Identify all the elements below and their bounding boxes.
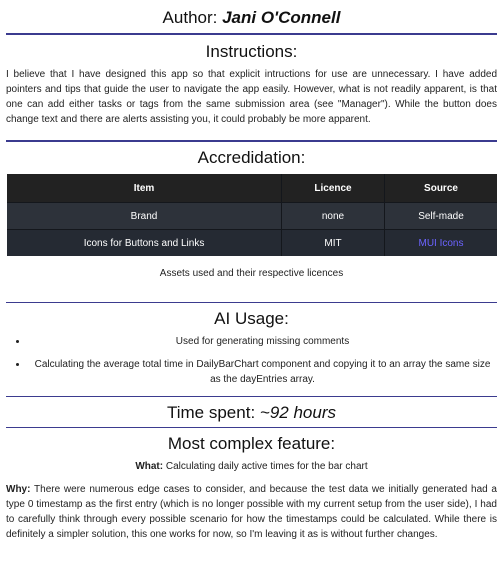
instructions-title: Instructions: bbox=[205, 42, 298, 61]
author-prefix: Author: bbox=[162, 8, 218, 27]
accreditation-title: Accredidation: bbox=[197, 148, 306, 167]
what-line: What: Calculating daily active times for… bbox=[0, 461, 503, 472]
cell-item: Brand bbox=[7, 202, 282, 230]
ai-usage-title: AI Usage: bbox=[214, 309, 289, 328]
time-spent-prefix: Time spent: bbox=[166, 403, 256, 422]
cell-source: Self-made bbox=[384, 202, 497, 230]
why-text: There were numerous edge cases to consid… bbox=[6, 484, 497, 540]
column-header-item: Item bbox=[7, 174, 282, 203]
table-row: Icons for Buttons and Links MIT MUI Icon… bbox=[7, 229, 497, 256]
list-item: Calculating the average total time in Da… bbox=[28, 357, 497, 387]
cell-source: MUI Icons bbox=[384, 229, 497, 256]
author-heading: Author: Jani O'Connell bbox=[0, 0, 503, 33]
what-text: Calculating daily active times for the b… bbox=[165, 461, 368, 472]
cell-licence: none bbox=[281, 202, 385, 230]
column-header-source: Source bbox=[384, 174, 497, 203]
cell-licence: MIT bbox=[281, 229, 385, 256]
column-header-licence: Licence bbox=[281, 174, 385, 203]
about-page: Author: Jani O'Connell Instructions: I b… bbox=[0, 0, 503, 542]
complex-feature-title: Most complex feature: bbox=[167, 434, 336, 453]
ai-usage-list: Used for generating missing comments Cal… bbox=[0, 334, 503, 387]
what-label: What: bbox=[135, 461, 164, 472]
why-label: Why: bbox=[6, 484, 31, 495]
instructions-text: I believe that I have designed this app … bbox=[6, 69, 497, 125]
table-row: Brand none Self-made bbox=[7, 202, 497, 230]
mui-icons-link[interactable]: MUI Icons bbox=[418, 238, 463, 249]
why-paragraph: Why: There were numerous edge cases to c… bbox=[0, 482, 503, 542]
list-item: Used for generating missing comments bbox=[28, 334, 497, 349]
accreditation-table: Item Licence Source Brand none Self-made… bbox=[7, 174, 497, 256]
table-header-row: Item Licence Source bbox=[7, 174, 497, 203]
time-spent-value: ~92 hours bbox=[259, 403, 336, 422]
author-name: Jani O'Connell bbox=[222, 8, 341, 27]
time-spent-heading: Time spent: ~92 hours bbox=[0, 403, 503, 423]
accreditation-caption: Assets used and their respective licence… bbox=[159, 268, 344, 279]
cell-item: Icons for Buttons and Links bbox=[7, 229, 282, 256]
